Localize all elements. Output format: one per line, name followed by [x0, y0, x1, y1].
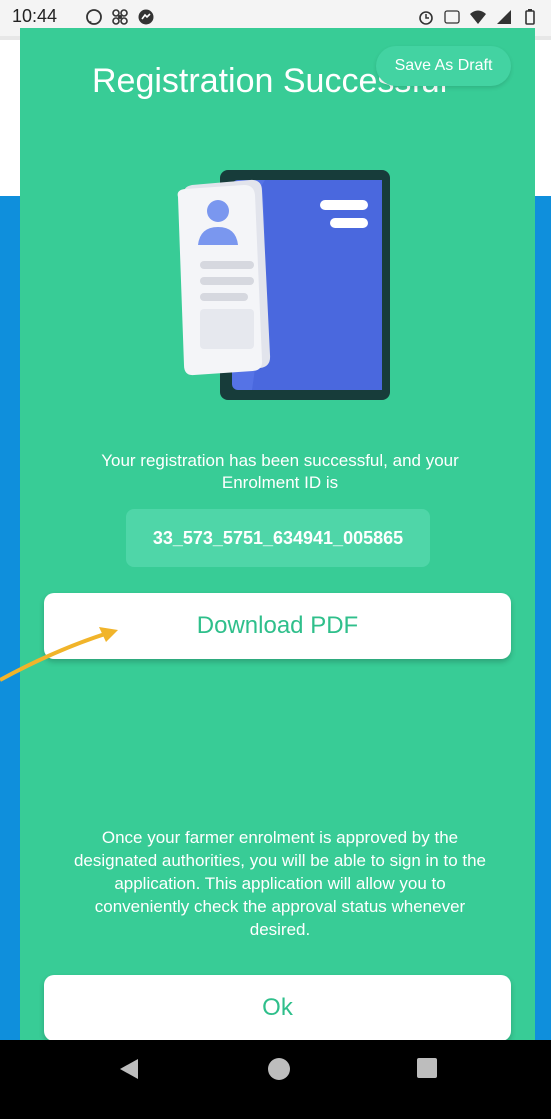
- success-message: Your registration has been successful, a…: [101, 451, 459, 492]
- messenger-icon: [138, 9, 154, 25]
- back-icon[interactable]: [118, 1058, 140, 1080]
- approval-note: Once your farmer enrolment is approved b…: [73, 828, 487, 939]
- status-right-icons: [417, 8, 539, 26]
- document-illustration-icon: [177, 170, 390, 400]
- status-left-icons: [85, 8, 155, 26]
- volte-icon: [444, 10, 460, 24]
- pointer-arrow-icon: [0, 627, 118, 682]
- pinwheel-icon: [112, 9, 128, 25]
- save-as-draft-button[interactable]: Save As Draft: [376, 46, 511, 86]
- whatsapp-icon: [86, 9, 102, 25]
- battery-icon: [525, 9, 535, 25]
- status-time: 10:44: [12, 6, 58, 26]
- enrolment-id: 33_573_5751_634941_005865: [126, 509, 430, 567]
- recent-apps-icon[interactable]: [417, 1058, 437, 1078]
- alarm-icon: [419, 11, 433, 25]
- ok-button[interactable]: Ok: [44, 975, 511, 1041]
- home-icon[interactable]: [268, 1058, 290, 1080]
- signal-icon: [497, 10, 511, 24]
- wifi-icon: [470, 10, 486, 24]
